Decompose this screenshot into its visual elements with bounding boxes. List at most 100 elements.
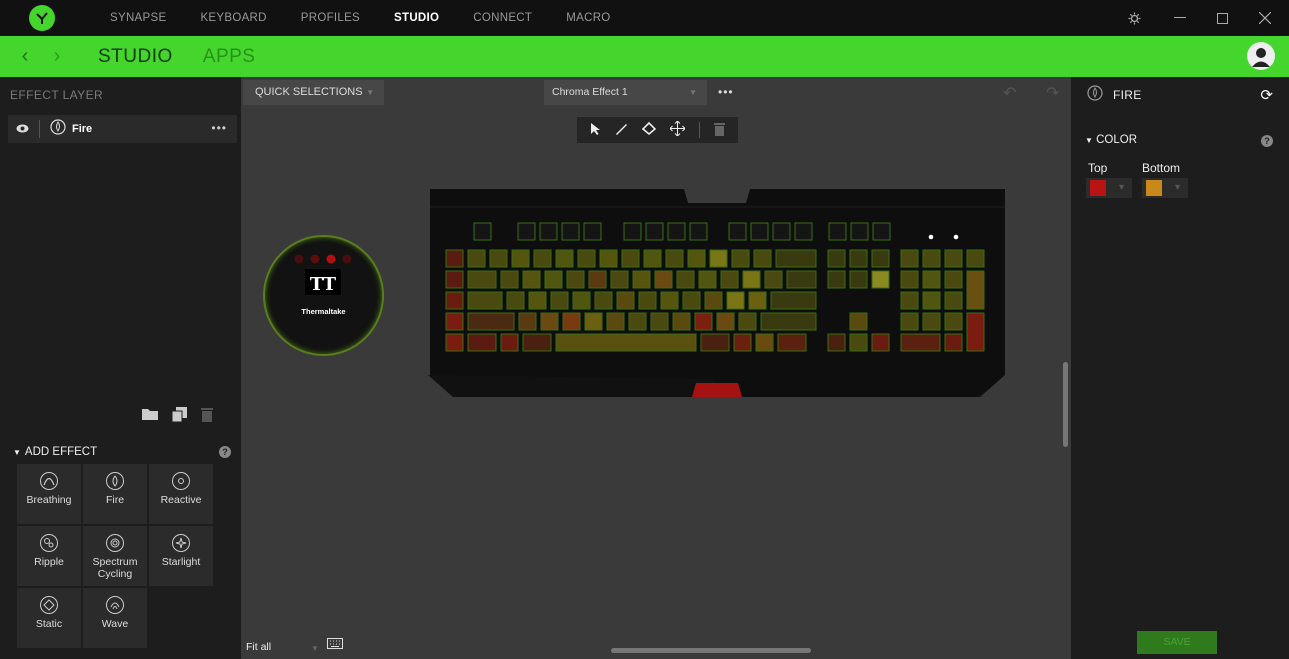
- reset-icon[interactable]: ⟳: [1260, 86, 1273, 104]
- vertical-scrollbar[interactable]: [1063, 362, 1068, 447]
- duplicate-icon[interactable]: [171, 407, 187, 427]
- help-icon[interactable]: ?: [219, 446, 231, 458]
- trash-icon[interactable]: [714, 122, 726, 139]
- tab-apps[interactable]: APPS: [203, 46, 256, 68]
- avatar[interactable]: [1247, 42, 1275, 70]
- close-icon[interactable]: [1245, 0, 1285, 36]
- svg-text:TT: TT: [310, 274, 337, 295]
- effect-more-icon[interactable]: •••: [718, 80, 734, 105]
- media-led: [953, 234, 959, 240]
- razer-logo-icon[interactable]: [29, 5, 55, 31]
- effect-spectrum-cycling[interactable]: Spectrum Cycling: [83, 526, 147, 586]
- quick-selections-label: QUICK SELECTIONS: [255, 86, 363, 98]
- maximize-icon[interactable]: [1202, 0, 1242, 36]
- effect-label: Ripple: [34, 556, 64, 568]
- mousepad-leds: TT: [294, 254, 352, 295]
- nav-connect[interactable]: CONNECT: [456, 0, 549, 36]
- effect-label: Breathing: [26, 494, 72, 506]
- layer-divider: [39, 120, 40, 138]
- effect-wave[interactable]: Wave: [83, 588, 147, 648]
- static-icon: [40, 596, 58, 614]
- fit-all-label[interactable]: Fit all: [246, 641, 271, 653]
- bottom-color-picker[interactable]: ▼: [1142, 178, 1188, 198]
- help-icon[interactable]: ?: [1261, 135, 1273, 147]
- save-button[interactable]: SAVE: [1137, 631, 1217, 654]
- effect-name-dropdown[interactable]: Chroma Effect 1 ▼: [544, 80, 707, 105]
- breathing-icon: [40, 472, 58, 490]
- color-section-header[interactable]: ▼ COLOR: [1085, 134, 1137, 146]
- trash-icon[interactable]: [201, 407, 213, 427]
- layer-more-icon[interactable]: •••: [211, 121, 227, 135]
- collapse-caret-icon[interactable]: ▼: [13, 448, 21, 457]
- chevron-down-icon: ▼: [366, 88, 374, 97]
- spectrum-cycling-icon: [106, 534, 124, 552]
- back-arrow-icon[interactable]: ‹: [14, 45, 36, 68]
- effect-reactive[interactable]: Reactive: [149, 464, 213, 524]
- move-icon[interactable]: [669, 120, 687, 139]
- bottom-color-label: Bottom: [1142, 161, 1181, 175]
- add-effect-title: ADD EFFECT: [24, 446, 98, 458]
- top-color-picker[interactable]: ▼: [1086, 178, 1132, 198]
- nav-macro[interactable]: MACRO: [549, 0, 627, 36]
- folder-icon[interactable]: [142, 407, 158, 427]
- chevron-down-icon: ▼: [1173, 182, 1182, 192]
- quick-selections-dropdown[interactable]: QUICK SELECTIONS ▼: [243, 80, 384, 105]
- nav-studio[interactable]: STUDIO: [377, 0, 456, 36]
- effect-label: Starlight: [161, 556, 201, 568]
- redo-icon[interactable]: ↷: [1046, 83, 1059, 103]
- effect-label: Spectrum Cycling: [92, 556, 138, 580]
- add-effect-header[interactable]: ▼ ADD EFFECT ?: [0, 442, 241, 462]
- mousepad-label: Thermaltake: [301, 307, 346, 316]
- toolbar-divider: [699, 122, 701, 138]
- effect-label: Wave: [101, 618, 129, 630]
- effect-breathing[interactable]: Breathing: [17, 464, 81, 524]
- horizontal-scrollbar[interactable]: [611, 648, 811, 653]
- media-led: [928, 234, 934, 240]
- settings-gear-icon[interactable]: [1114, 0, 1154, 36]
- top-color-label: Top: [1088, 161, 1108, 175]
- fire-icon: [106, 472, 124, 490]
- nav-profiles[interactable]: PROFILES: [284, 0, 377, 36]
- effect-canvas[interactable]: QUICK SELECTIONS ▼ Chroma Effect 1 ▼ •••…: [241, 77, 1071, 659]
- effect-label: Reactive: [160, 494, 202, 506]
- minimize-icon[interactable]: [1160, 0, 1200, 36]
- effect-layer-title: EFFECT LAYER: [10, 88, 104, 102]
- eye-icon[interactable]: [16, 120, 29, 138]
- mousepad-device[interactable]: TT Thermaltake: [263, 235, 384, 356]
- number-row: [445, 249, 985, 268]
- properties-header: FIRE: [1071, 77, 1289, 113]
- effect-starlight[interactable]: Starlight: [149, 526, 213, 586]
- effect-ripple[interactable]: Ripple: [17, 526, 81, 586]
- keyboard-view-icon[interactable]: [327, 636, 343, 654]
- chevron-down-icon[interactable]: ▼: [311, 644, 319, 653]
- nav-keyboard[interactable]: KEYBOARD: [183, 0, 283, 36]
- forward-arrow-icon[interactable]: ›: [46, 45, 68, 68]
- brush-icon[interactable]: [614, 122, 628, 139]
- fire-icon: [1087, 84, 1103, 106]
- main-nav: SYNAPSE KEYBOARD PROFILES STUDIO CONNECT…: [93, 0, 628, 36]
- layer-row[interactable]: Fire •••: [8, 115, 237, 143]
- nav-synapse[interactable]: SYNAPSE: [93, 0, 183, 36]
- effect-fire[interactable]: Fire: [83, 464, 147, 524]
- top-nav-bar: SYNAPSE KEYBOARD PROFILES STUDIO CONNECT…: [0, 0, 1289, 36]
- ripple-icon: [40, 534, 58, 552]
- reactive-icon: [172, 472, 190, 490]
- top-color-swatch: [1090, 180, 1106, 196]
- properties-title: FIRE: [1113, 88, 1142, 102]
- undo-icon[interactable]: ↶: [1003, 83, 1016, 103]
- effect-label: Fire: [105, 494, 125, 506]
- chevron-down-icon: ▼: [1117, 182, 1126, 192]
- color-section-label: COLOR: [1096, 134, 1138, 146]
- effect-layer-panel: EFFECT LAYER Fire ••• ▼ ADD EFFECT ? Bre…: [0, 77, 241, 659]
- fill-bucket-icon[interactable]: [641, 121, 657, 138]
- layer-name: Fire: [72, 123, 93, 135]
- effect-static[interactable]: Static: [17, 588, 81, 648]
- keyboard-device[interactable]: [428, 187, 1007, 399]
- pointer-icon[interactable]: [590, 122, 600, 138]
- bottom-color-swatch: [1146, 180, 1162, 196]
- starlight-icon: [172, 534, 190, 552]
- canvas-toolbar: [577, 117, 738, 143]
- effect-grid: Breathing Fire Reactive Ripple Spectrum …: [17, 464, 213, 648]
- sub-nav-bar: ‹ › STUDIO APPS: [0, 36, 1289, 77]
- tab-studio[interactable]: STUDIO: [98, 46, 173, 68]
